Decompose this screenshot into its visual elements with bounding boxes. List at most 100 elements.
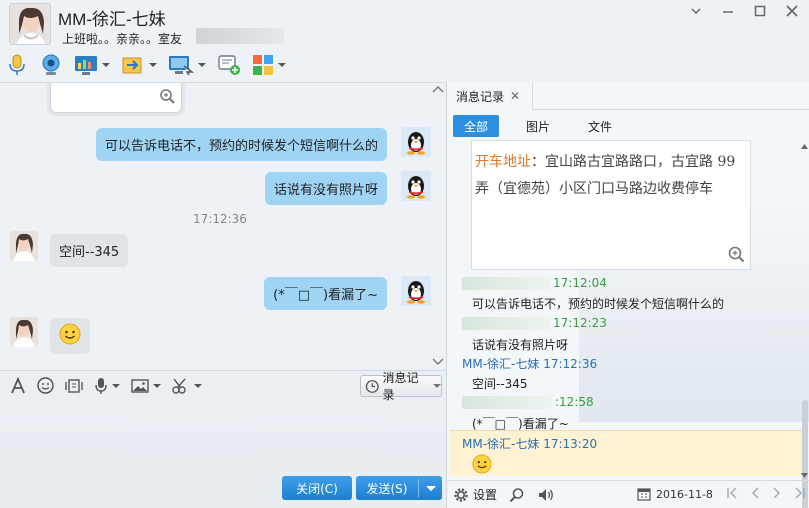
- scroll-up-icon[interactable]: [801, 144, 808, 149]
- history-entry-time: 17:12:36: [543, 357, 598, 371]
- chevron-down-icon[interactable]: [153, 383, 161, 388]
- filter-all[interactable]: 全部: [453, 115, 500, 137]
- contact-avatar-small[interactable]: [10, 317, 38, 347]
- blurred-sender-name: [462, 277, 550, 290]
- send-button-divider: [418, 479, 419, 497]
- font-icon: [11, 376, 25, 393]
- history-entry-header: MM-徐汇-七妹 17:13:20: [462, 435, 597, 452]
- emoji-button[interactable]: [37, 377, 54, 394]
- send-options-chevron-icon[interactable]: [426, 485, 436, 491]
- history-pagination: [726, 486, 806, 500]
- history-scrollbar[interactable]: [801, 140, 809, 508]
- contact-signature: 上班啦。。亲亲。。室友: [62, 32, 183, 46]
- tab-message-history[interactable]: 消息记录 ✕: [447, 82, 533, 110]
- message-history-button[interactable]: 消息记录: [360, 371, 442, 402]
- close-button[interactable]: 关闭(C): [282, 476, 352, 500]
- video-call-button[interactable]: [39, 52, 63, 78]
- monitor-chart-icon: [75, 56, 97, 75]
- create-discussion-button[interactable]: [217, 52, 241, 78]
- scroll-down-icon[interactable]: [801, 473, 808, 478]
- input-toolbar: 消息记录: [0, 370, 445, 402]
- audio-button[interactable]: [537, 487, 555, 503]
- history-entry-text[interactable]: (*￣□￣)看漏了~: [472, 415, 569, 432]
- chevron-down-icon[interactable]: [149, 63, 157, 67]
- zoom-icon[interactable]: [727, 245, 745, 263]
- contact-avatar[interactable]: [9, 3, 51, 45]
- previous-image-message[interactable]: [50, 83, 182, 113]
- apps-button[interactable]: [252, 52, 286, 78]
- chevron-down-icon[interactable]: [194, 383, 202, 388]
- voice-message-button[interactable]: [94, 377, 120, 395]
- preview-text-1: ：宜山路古宜路路口，古宜路 99: [531, 154, 736, 170]
- next-page-icon[interactable]: [772, 486, 782, 500]
- screen-cut-button[interactable]: [172, 378, 202, 394]
- image-message-preview[interactable]: 开车地址：宜山路古宜路路口，古宜路 99 弄（宜德苑）小区门口马路边收费停车: [471, 140, 751, 270]
- maximize-icon[interactable]: [753, 4, 767, 18]
- history-entry-emoji[interactable]: [472, 454, 492, 477]
- send-file-button[interactable]: [121, 52, 157, 78]
- tab-message-history-label: 消息记录: [456, 89, 505, 104]
- chevron-down-icon[interactable]: [278, 63, 286, 67]
- panel-tabbar: 消息记录 ✕: [447, 82, 809, 110]
- collapse-chevron-icon[interactable]: [431, 83, 445, 95]
- webcam-icon: [42, 54, 60, 75]
- voice-call-button[interactable]: [6, 52, 28, 78]
- window-controls: [689, 4, 799, 18]
- settings-button[interactable]: 设置: [453, 486, 497, 503]
- history-entry-header: :12:58: [462, 395, 594, 409]
- send-image-button[interactable]: [131, 378, 161, 394]
- message-bubble-self[interactable]: 话说有没有照片呀: [264, 172, 387, 205]
- previous-page-icon[interactable]: [750, 486, 760, 500]
- history-entry-text[interactable]: 话说有没有照片呀: [472, 336, 568, 353]
- zoom-icon[interactable]: [159, 88, 175, 104]
- qq-penguin-avatar[interactable]: [401, 276, 431, 306]
- message-bubble-self[interactable]: (*￣□￣)看漏了~: [264, 277, 387, 310]
- screen-share-button[interactable]: [168, 52, 206, 78]
- preview-highlight: 开车地址: [475, 154, 531, 170]
- close-window-icon[interactable]: [785, 4, 799, 18]
- last-page-icon[interactable]: [794, 486, 806, 500]
- message-input[interactable]: [0, 400, 445, 470]
- scissors-icon: [172, 378, 186, 394]
- message-bubble-self[interactable]: 可以告诉电话不，预约的时候发个短信啊什么的: [95, 128, 387, 161]
- qq-penguin-avatar[interactable]: [401, 171, 431, 201]
- message-bubble-contact[interactable]: 空间--345: [50, 234, 129, 267]
- history-entry-time: 17:12:23: [553, 316, 607, 330]
- history-sender-name: MM-徐汇-七妹: [462, 437, 540, 451]
- calendar-icon: [637, 488, 651, 501]
- filter-images[interactable]: 图片: [515, 115, 561, 137]
- message-bubble-contact[interactable]: [50, 318, 90, 354]
- qq-penguin-avatar[interactable]: [401, 127, 431, 157]
- chat-message-area[interactable]: 可以告诉电话不，预约的时候发个短信啊什么的 话说有没有照片呀 17:12:36 …: [0, 82, 445, 369]
- minimize-icon[interactable]: [721, 4, 735, 18]
- chevron-down-icon[interactable]: [102, 63, 110, 67]
- send-button[interactable]: 发送(S): [356, 476, 442, 500]
- font-button[interactable]: [10, 376, 26, 395]
- screenshot-button[interactable]: [65, 378, 83, 394]
- smiley-face-icon: [37, 377, 54, 394]
- message-history-label: 消息记录: [382, 371, 419, 402]
- preview-text-2: 弄（宜德苑）小区门口马路边收费停车: [475, 181, 713, 197]
- chevron-down-icon[interactable]: [198, 63, 206, 67]
- message-history-panel: 消息记录 ✕ 全部 图片 文件 开车地址：宜山路古宜路路口，古宜路 99 弄（宜…: [446, 82, 809, 508]
- search-history-button[interactable]: [509, 487, 525, 503]
- dropdown-menu-icon[interactable]: [689, 4, 703, 18]
- remote-desktop-button[interactable]: [74, 52, 110, 78]
- history-date-picker[interactable]: 2016-11-8: [637, 487, 713, 501]
- history-entry-header: 17:12:23: [462, 316, 607, 330]
- image-icon: [131, 378, 149, 393]
- add-chat-icon: [218, 55, 240, 75]
- gear-icon: [454, 487, 468, 502]
- smile-emoji-icon: [59, 323, 81, 345]
- close-tab-icon[interactable]: ✕: [510, 89, 520, 103]
- chevron-down-icon[interactable]: [112, 383, 120, 388]
- history-entry-text[interactable]: 空间--345: [472, 375, 528, 392]
- expand-chevron-icon[interactable]: [431, 357, 445, 367]
- filter-files[interactable]: 文件: [577, 115, 623, 137]
- history-sender-name: MM-徐汇-七妹: [462, 357, 540, 371]
- contact-avatar-small[interactable]: [10, 231, 38, 261]
- clock-icon: [365, 379, 379, 393]
- settings-label: 设置: [473, 488, 498, 502]
- first-page-icon[interactable]: [726, 486, 738, 500]
- history-entry-text[interactable]: 可以告诉电话不，预约的时候发个短信啊什么的: [472, 295, 724, 312]
